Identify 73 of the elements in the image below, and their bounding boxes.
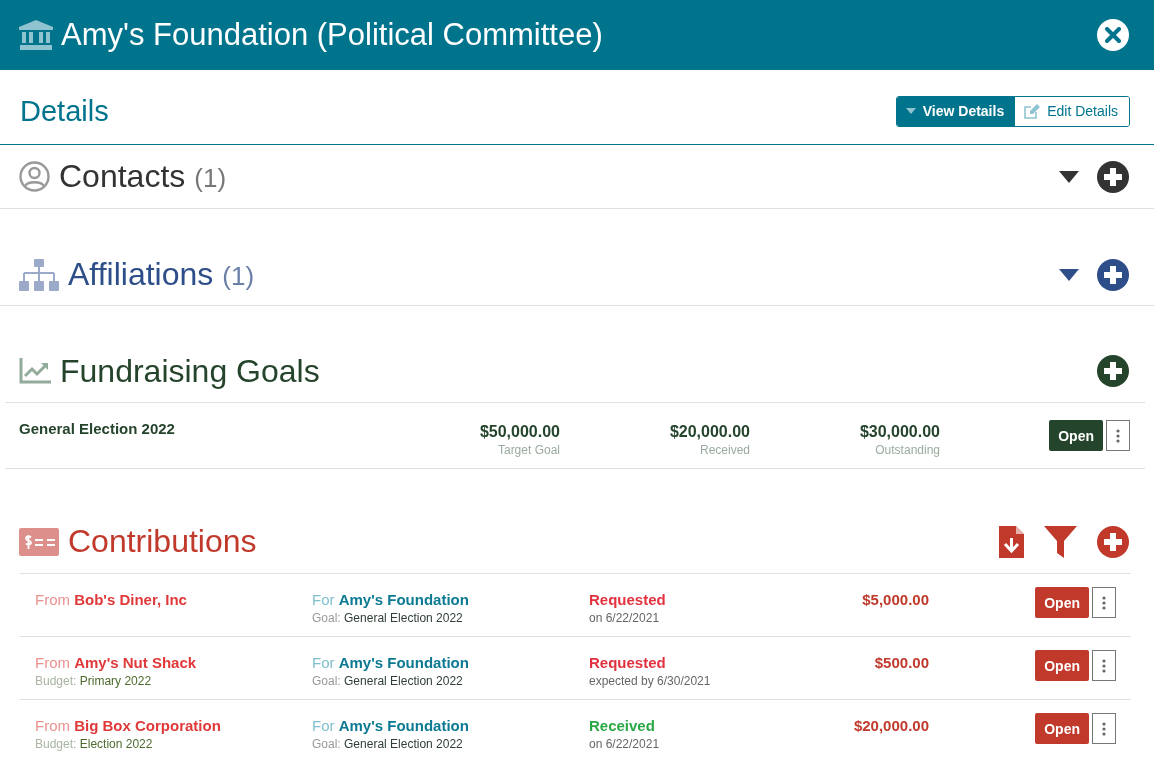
add-icon <box>1097 160 1129 193</box>
add-icon <box>1097 355 1129 387</box>
goal-text: Goal: General Election 2022 <box>312 611 464 625</box>
export-button[interactable] <box>999 525 1024 558</box>
affiliation-count: (1) <box>222 261 255 292</box>
caret-down-icon <box>1059 170 1079 183</box>
outstanding-label: Outstanding <box>875 443 940 457</box>
section-title: Fundraising Goals <box>60 352 320 390</box>
outstanding-amount: $30,000.00 <box>859 423 940 441</box>
contribution-amount: $500.00 <box>874 654 929 671</box>
add-button[interactable] <box>1097 160 1129 193</box>
section-title: Affiliations <box>68 256 214 293</box>
status-text: Requested <box>589 654 667 671</box>
more-button[interactable] <box>1092 713 1116 744</box>
expand-button[interactable] <box>1059 268 1079 281</box>
caret-down-icon <box>905 108 916 114</box>
budget-text: Budget: Primary 2022 <box>35 674 153 688</box>
received-amount: $20,000.00 <box>669 423 750 441</box>
add-icon <box>1097 258 1129 291</box>
more-icon <box>1102 658 1106 673</box>
caret-down-icon <box>1059 268 1079 281</box>
view-details-button[interactable]: View Details <box>896 96 1016 126</box>
edit-icon <box>1024 103 1041 119</box>
contact-count: (1) <box>194 163 227 194</box>
bank-icon <box>19 20 53 50</box>
contributor-name: From Big Box Corporation <box>35 717 222 734</box>
file-download-icon <box>999 525 1024 558</box>
line-chart-icon <box>19 358 51 384</box>
add-button[interactable] <box>1097 525 1129 558</box>
status-text: Requested <box>589 591 667 608</box>
close-icon <box>1105 27 1121 43</box>
recipient-name: For Amy's Foundation <box>312 717 470 734</box>
target-amount: $50,000.00 <box>479 423 560 441</box>
add-icon <box>1097 525 1129 558</box>
contribution-amount: $5,000.00 <box>862 591 929 608</box>
goal-text: Goal: General Election 2022 <box>312 674 464 688</box>
recipient-name: For Amy's Foundation <box>312 654 470 671</box>
date-text: expected by 6/30/2021 <box>589 674 712 688</box>
contributor-name: From Amy's Nut Shack <box>35 654 198 671</box>
more-icon <box>1102 721 1106 736</box>
window-title: Amy's Foundation (Political Committee) <box>61 17 604 53</box>
open-button[interactable]: Open <box>1035 650 1089 681</box>
target-label: Target Goal <box>497 443 560 457</box>
goal-text: Goal: General Election 2022 <box>312 737 464 751</box>
org-chart-icon <box>19 258 59 291</box>
filter-icon <box>1044 525 1077 558</box>
date-text: on 6/22/2021 <box>589 737 661 751</box>
open-button[interactable]: Open <box>1035 587 1089 618</box>
open-button[interactable]: Open <box>1035 713 1089 744</box>
more-icon <box>1102 595 1106 610</box>
check-icon <box>19 527 59 556</box>
close-button[interactable] <box>1097 19 1129 51</box>
budget-text: Budget: Election 2022 <box>35 737 154 751</box>
add-button[interactable] <box>1097 355 1129 387</box>
goal-name: General Election 2022 <box>19 420 176 437</box>
add-button[interactable] <box>1097 258 1129 291</box>
section-title: Contributions <box>68 523 257 560</box>
received-label: Received <box>699 443 750 457</box>
expand-button[interactable] <box>1059 170 1079 183</box>
recipient-name: For Amy's Foundation <box>312 591 470 608</box>
open-button[interactable]: Open <box>1049 420 1103 451</box>
section-title: Contacts <box>59 158 186 195</box>
user-circle-icon <box>19 161 50 192</box>
contributor-name: From Bob's Diner, Inc <box>35 591 188 608</box>
status-text: Received <box>589 717 656 734</box>
more-icon <box>1116 428 1120 443</box>
more-button[interactable] <box>1092 650 1116 681</box>
more-button[interactable] <box>1092 587 1116 618</box>
contribution-amount: $20,000.00 <box>853 717 929 734</box>
section-title: Details <box>20 94 109 128</box>
more-button[interactable] <box>1106 420 1130 451</box>
date-text: on 6/22/2021 <box>589 611 661 625</box>
filter-button[interactable] <box>1044 525 1077 558</box>
